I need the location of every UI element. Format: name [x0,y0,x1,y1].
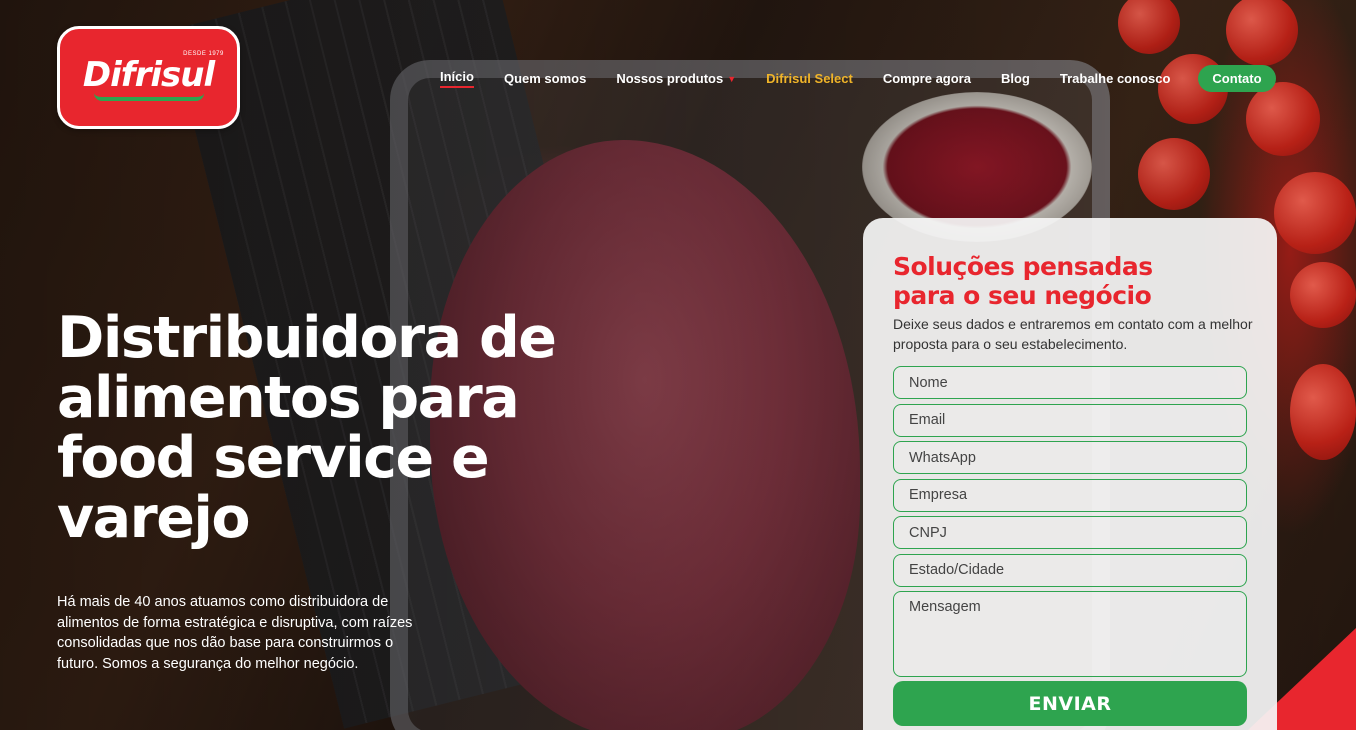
mensagem-textarea[interactable]: Mensagem [893,591,1247,677]
estado-cidade-field[interactable]: Estado/Cidade [893,553,1247,587]
enviar-button[interactable]: ENVIAR [893,681,1247,726]
difrisul-logo[interactable]: DESDE 1979 Difrisul [57,26,240,129]
form-subtitle: Deixe seus dados e entraremos em contato… [893,316,1253,352]
nav-item-quem-somos[interactable]: Quem somos [504,71,586,86]
logo-swoosh-icon [93,93,204,101]
empresa-field[interactable]: Empresa [893,478,1247,512]
nav-item-inicio[interactable]: Início [440,69,474,88]
lead-form-panel: Soluções pensadas para o seu negócio Dei… [863,218,1277,730]
main-nav: Início Quem somos Nossos produtos ▼ Difri… [440,64,1276,92]
nav-item-difrisul-select[interactable]: Difrisul Select [766,71,853,86]
nav-item-nossos-produtos[interactable]: Nossos produtos ▼ [616,71,736,86]
nome-field[interactable]: Nome [893,366,1247,399]
cnpj-field[interactable]: CNPJ [893,516,1247,549]
chevron-down-icon: ▼ [727,73,737,84]
nav-item-blog[interactable]: Blog [1001,71,1030,86]
email-field[interactable]: Email [893,403,1247,437]
nav-item-compre-agora[interactable]: Compre agora [883,71,971,86]
logo-wordmark: Difrisul [82,54,215,95]
form-title: Soluções pensadas para o seu negócio [893,252,1153,310]
nav-item-trabalhe-conosco[interactable]: Trabalhe conosco [1060,71,1171,86]
hero-title: Distribuidora de alimentos para food ser… [57,305,557,551]
nav-item-nossos-produtos-label: Nossos produtos [616,70,724,86]
hero-description: Há mais de 40 anos atuamos como distribu… [57,594,413,672]
contact-button[interactable]: Contato [1198,64,1276,92]
whatsapp-field[interactable]: WhatsApp [893,441,1247,474]
